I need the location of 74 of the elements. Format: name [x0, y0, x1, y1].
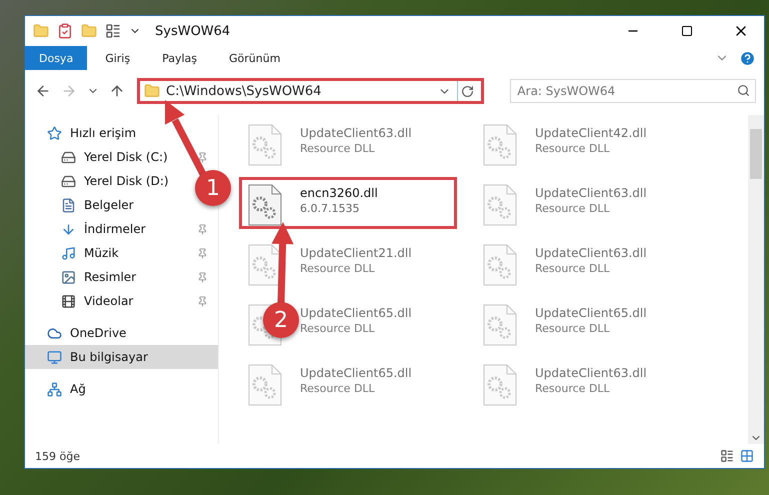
- file-name[interactable]: UpdateClient63.dll: [300, 126, 412, 140]
- scroll-thumb[interactable]: [750, 129, 762, 179]
- sidebar-item[interactable]: Bu bilgisayar: [25, 345, 218, 369]
- gear-file-icon: [248, 244, 282, 286]
- music-note-icon: [61, 246, 76, 260]
- file-name[interactable]: UpdateClient65.dll: [535, 306, 647, 320]
- download-icon: [61, 222, 76, 236]
- file-name[interactable]: UpdateClient63.dll: [535, 246, 647, 260]
- sidebar-label[interactable]: Resimler: [84, 270, 136, 284]
- drive-icon: [61, 150, 76, 164]
- ribbon-tab[interactable]: Görünüm: [215, 46, 294, 70]
- address-bar[interactable]: C:\Windows\SysWOW64: [137, 78, 484, 104]
- file-name[interactable]: UpdateClient65.dll: [300, 366, 412, 380]
- sidebar-label[interactable]: Ağ: [70, 382, 86, 396]
- file-name[interactable]: UpdateClient63.dll: [535, 366, 647, 380]
- sidebar-label[interactable]: Yerel Disk (D:): [84, 174, 169, 188]
- file-type: Resource DLL: [535, 262, 611, 275]
- sidebar-label[interactable]: Hızlı erişim: [70, 126, 136, 140]
- ribbon-tab[interactable]: Giriş: [91, 46, 144, 70]
- large-icons-view-icon[interactable]: [740, 449, 754, 463]
- ribbon-tab[interactable]: Dosya: [25, 46, 88, 70]
- file-type: Resource DLL: [300, 382, 376, 395]
- search-icon: [737, 84, 750, 97]
- file-type: 6.0.7.1535: [300, 202, 360, 215]
- film-icon: [61, 294, 76, 308]
- file-item[interactable]: encn3260.dll 6.0.7.1535: [239, 177, 457, 229]
- document-icon: [61, 198, 76, 212]
- cloud-icon: [47, 326, 62, 340]
- sidebar-label[interactable]: Belgeler: [84, 198, 134, 212]
- gear-file-icon: [483, 184, 517, 226]
- file-type: Resource DLL: [300, 322, 376, 335]
- gear-file-icon: [248, 124, 282, 166]
- address-path: C:\Windows\SysWOW64: [166, 84, 322, 98]
- help-icon[interactable]: [739, 50, 756, 66]
- file-name[interactable]: encn3260.dll: [300, 186, 378, 200]
- gear-file-icon: [483, 364, 517, 406]
- window-title: SysWOW64: [155, 24, 232, 38]
- sidebar-label[interactable]: Videolar: [84, 294, 134, 308]
- drive-icon: [61, 174, 76, 188]
- gear-file-icon: [248, 184, 282, 226]
- folder-icon: [144, 83, 160, 99]
- monitor-icon: [47, 350, 62, 364]
- file-name[interactable]: UpdateClient21.dll: [300, 246, 412, 260]
- picture-icon: [61, 270, 76, 284]
- details-view-icon[interactable]: [720, 449, 734, 463]
- ribbon-tab[interactable]: Paylaş: [148, 46, 211, 70]
- file-name[interactable]: UpdateClient63.dll: [535, 186, 647, 200]
- maximize-icon: [681, 25, 693, 37]
- properties-icon[interactable]: [57, 23, 73, 39]
- gear-file-icon: [483, 124, 517, 166]
- file-name[interactable]: UpdateClient65.dll: [300, 306, 412, 320]
- item-count: 159 öğe: [35, 450, 81, 462]
- file-type: Resource DLL: [535, 382, 611, 395]
- sidebar-label[interactable]: İndirmeler: [84, 222, 146, 236]
- file-name[interactable]: UpdateClient42.dll: [535, 126, 647, 140]
- file-type: Resource DLL: [535, 202, 611, 215]
- gear-file-icon: [483, 244, 517, 286]
- sidebar-label[interactable]: Müzik: [84, 246, 119, 260]
- sidebar-label[interactable]: OneDrive: [70, 326, 126, 340]
- network-icon: [47, 382, 62, 396]
- file-type: Resource DLL: [535, 142, 611, 155]
- forward-arrow-icon: [61, 83, 77, 99]
- scrollbar[interactable]: [748, 115, 764, 444]
- file-type: Resource DLL: [535, 322, 611, 335]
- view-icon[interactable]: [105, 23, 121, 39]
- sidebar-label[interactable]: Bu bilgisayar: [70, 350, 148, 364]
- file-type: Resource DLL: [300, 142, 376, 155]
- refresh-icon: [461, 84, 474, 98]
- star-icon: [47, 126, 62, 140]
- search-field[interactable]: Ara: SysWOW64: [510, 79, 756, 103]
- gear-file-icon: [483, 304, 517, 346]
- gear-file-icon: [248, 364, 282, 406]
- file-type: Resource DLL: [300, 262, 376, 275]
- sidebar-label[interactable]: Yerel Disk (C:): [84, 150, 168, 164]
